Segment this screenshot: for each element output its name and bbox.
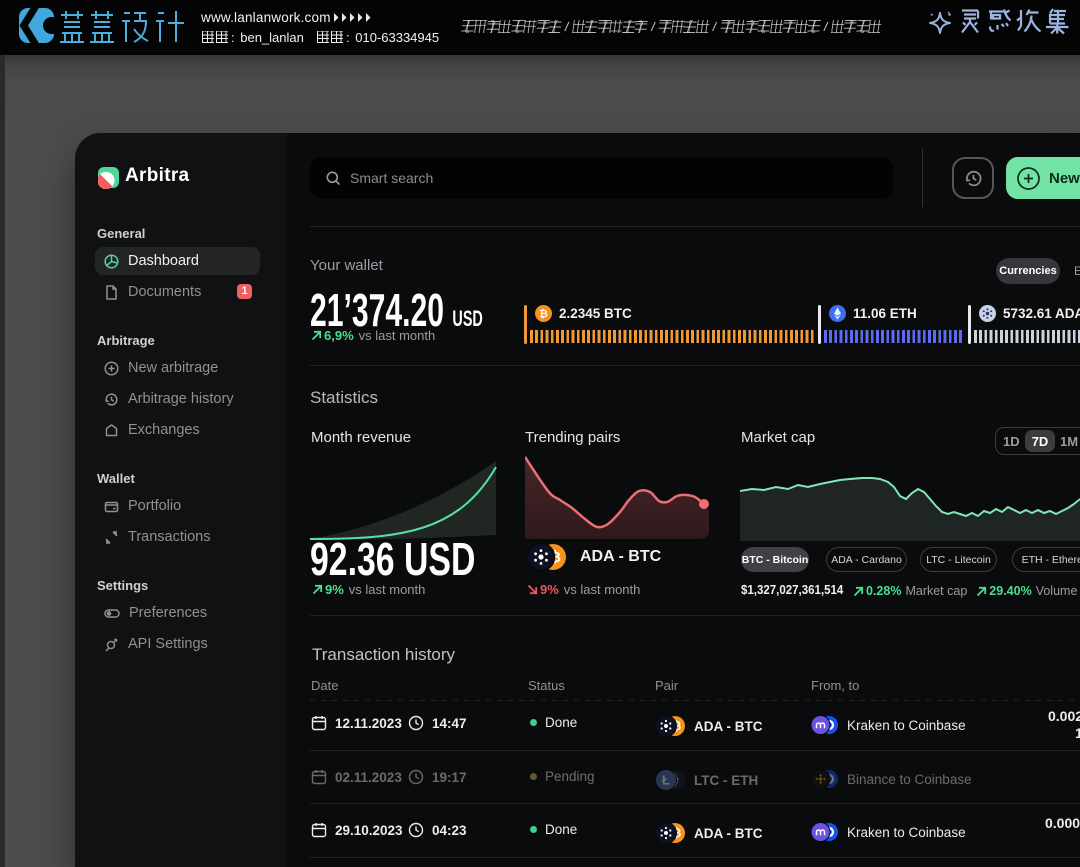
svg-text:Ł: Ł [662, 773, 670, 788]
svg-text:₿: ₿ [539, 308, 548, 320]
